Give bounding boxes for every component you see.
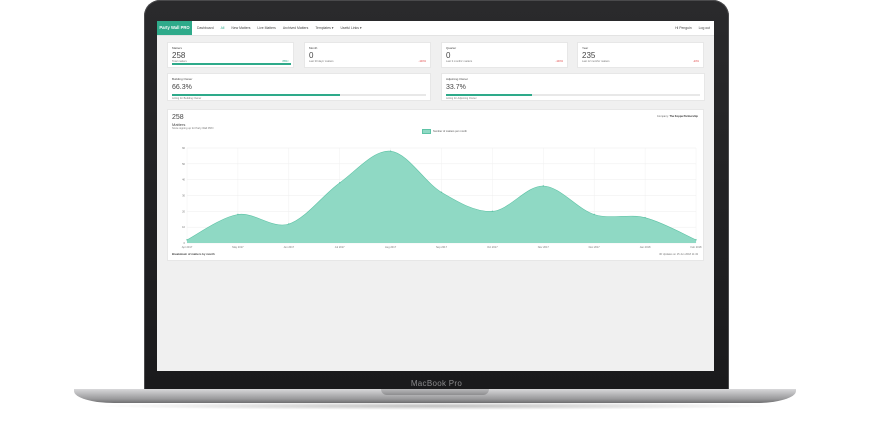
stat-bar — [172, 63, 291, 65]
nav-right: Hi Penguin Log out — [675, 21, 710, 35]
nav-item-0[interactable]: Dashboard — [197, 26, 214, 30]
progress-foot: Acting for Building Owner — [172, 97, 202, 100]
progress-fill — [172, 94, 341, 96]
matters-area-chart: 0 10 20 30 40 50 60 Apr 2017 May 2017 Jun 2017 Jul… — [182, 146, 703, 249]
stat-card-3: Year 235 Last 12 months' matters -20% — [577, 42, 704, 68]
chart-footer-title: Breakdown of matters by month — [172, 252, 215, 256]
stat-sub: Last 12 months' matters — [582, 60, 610, 63]
progress-label: Building Owner — [172, 77, 193, 81]
y-tick-label: 60 — [182, 146, 185, 150]
data-point-9[interactable] — [644, 216, 646, 219]
nav-item-1[interactable]: All — [221, 26, 225, 30]
progress-card-0: Building Owner 66.3% Acting for Building O… — [167, 73, 431, 101]
stat-change: -100% — [555, 60, 564, 63]
nav-item-3[interactable]: Live Matters — [257, 26, 275, 30]
progress-foot: Acting for Adjoining Owner — [446, 97, 477, 100]
chart-footer-updated: 30 Updates on 15 Jun 2018 11:43 — [659, 253, 698, 256]
nav-item-2[interactable]: New Matters — [231, 26, 250, 30]
progress-card-1: Adjoining Owner 33.7% Acting for Adjoining… — [441, 73, 705, 101]
x-tick-label: Nov 2017 — [538, 245, 550, 249]
stat-sub: Last 30 days' matters — [309, 60, 334, 63]
y-tick-label: 20 — [182, 209, 185, 213]
data-point-2[interactable] — [288, 223, 290, 225]
x-tick-label: Jul 2017 — [335, 245, 345, 249]
progress-track — [172, 94, 426, 96]
x-tick-label: Jan 2018 — [640, 245, 651, 249]
y-tick-label: 30 — [182, 194, 185, 198]
x-tick-label: Dec 2017 — [589, 245, 601, 249]
x-tick-label: Oct 2017 — [487, 245, 498, 249]
stat-change: -20% — [692, 60, 699, 63]
stat-label: Year — [582, 46, 589, 50]
data-point-0[interactable] — [186, 239, 188, 241]
nav-item-4[interactable]: Archived Matters — [283, 26, 308, 30]
laptop-shadow — [90, 402, 780, 410]
laptop-notch — [381, 389, 489, 395]
user-greeting[interactable]: Hi Penguin — [675, 26, 692, 30]
progress-fill — [446, 94, 532, 96]
y-tick-label: 0 — [184, 241, 186, 245]
stat-value: 0 — [309, 51, 314, 60]
logout-link[interactable]: Log out — [699, 26, 710, 30]
stat-card-2: Quarter 0 Last 3 months' matters -100% — [441, 42, 568, 68]
data-point-7[interactable] — [542, 185, 544, 187]
nav-menu: Dashboard All New Matters Live Matters Archi… — [197, 21, 362, 35]
x-tick-label: Feb 2018 — [691, 245, 703, 249]
stat-value: 0 — [446, 51, 451, 60]
y-tick-label: 50 — [182, 162, 185, 166]
x-tick-label: May 2017 — [232, 245, 244, 249]
nav-item-6[interactable]: Useful Links ▾ — [340, 26, 361, 30]
y-tick-label: 10 — [182, 225, 185, 229]
stat-change: -100% — [418, 60, 427, 63]
x-tick-label: Sep 2017 — [436, 245, 448, 249]
data-point-1[interactable] — [237, 213, 239, 216]
data-point-4[interactable] — [389, 150, 392, 152]
stat-value: 235 — [582, 51, 596, 60]
progress-value: 66.3% — [172, 84, 192, 91]
data-point-3[interactable] — [339, 182, 341, 184]
data-point-10[interactable] — [695, 239, 697, 241]
stat-card-0: Matters 258 Total matters 88%↑ — [167, 42, 294, 68]
stat-label: Matters — [172, 46, 183, 50]
brand-logo[interactable]: Party Wall PRO — [157, 21, 192, 35]
x-tick-label: Aug 2017 — [385, 245, 397, 249]
progress-value: 33.7% — [446, 84, 466, 91]
progress-label: Adjoining Owner — [446, 77, 469, 81]
x-tick-label: Apr 2017 — [182, 245, 193, 249]
stat-card-1: Month 0 Last 30 days' matters -100% — [304, 42, 431, 68]
y-tick-label: 40 — [182, 178, 185, 182]
stat-label: Month — [309, 46, 318, 50]
screen: Party Wall PRO Dashboard All New Matters Li… — [157, 21, 714, 371]
stat-value: 258 — [172, 51, 186, 60]
top-navbar: Party Wall PRO Dashboard All New Matters Li… — [157, 21, 714, 36]
stat-label: Quarter — [446, 46, 457, 50]
data-point-8[interactable] — [593, 213, 595, 216]
matters-chart-card: 258 Matters Since signing up for Party W… — [167, 109, 704, 261]
nav-item-5[interactable]: Templates ▾ — [315, 26, 333, 30]
progress-track — [446, 94, 700, 96]
data-point-5[interactable] — [440, 191, 443, 194]
x-tick-label: Jun 2017 — [283, 245, 294, 249]
laptop-model-label: MacBook Pro — [410, 379, 463, 388]
data-point-6[interactable] — [491, 210, 494, 213]
stat-sub: Last 3 months' matters — [446, 60, 473, 63]
